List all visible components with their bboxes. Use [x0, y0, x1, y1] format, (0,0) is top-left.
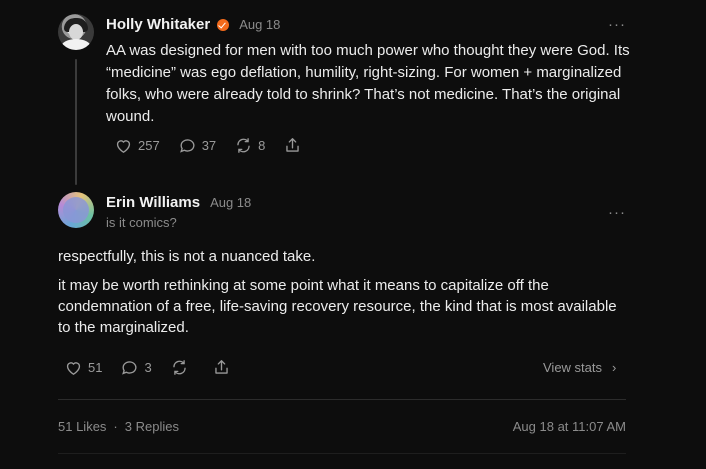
share-icon: [214, 360, 228, 374]
note-timestamp: Aug 18 at 11:07 AM: [512, 419, 626, 434]
like-button[interactable]: 257: [114, 136, 160, 155]
restack-icon: [237, 138, 250, 153]
author-name[interactable]: Holly Whitaker: [106, 16, 210, 33]
reply-header: Erin Williams Aug 18: [106, 194, 251, 211]
restack-count: 8: [258, 138, 266, 153]
avatar-body: [61, 39, 91, 50]
share-icon: [286, 138, 300, 152]
comment-count: 37: [201, 138, 217, 153]
note-body: AA was designed for men with too much po…: [106, 42, 630, 125]
note-date[interactable]: Aug 18: [239, 17, 280, 32]
author-name[interactable]: Erin Williams: [106, 194, 200, 211]
comment-icon: [122, 361, 137, 375]
comment-button[interactable]: 3: [120, 358, 152, 377]
engagement-summary: 51 Likes · 3 Replies: [58, 419, 179, 434]
view-stats-link[interactable]: View stats ›: [543, 360, 616, 375]
likes-count-link[interactable]: 51 Likes: [58, 419, 106, 434]
divider: [58, 399, 626, 400]
heart-icon: [66, 362, 81, 376]
restack-icon: [172, 360, 186, 375]
avatar-face: [69, 24, 83, 40]
more-icon[interactable]: ···: [608, 205, 626, 220]
publication-name[interactable]: is it comics?: [106, 215, 177, 230]
like-button[interactable]: 51: [64, 358, 102, 377]
reply-date[interactable]: Aug 18: [210, 195, 251, 210]
view-stats-label: View stats: [543, 360, 603, 375]
reply-actions: 51 3: [64, 358, 249, 377]
comment-icon: [179, 139, 195, 153]
restack-button[interactable]: 8: [234, 136, 265, 155]
note-actions: 257 37 8: [114, 136, 320, 155]
verified-badge-icon: [217, 18, 230, 31]
reply-paragraph: respectfully, this is not a nuanced take…: [58, 248, 316, 265]
thread-line: [75, 59, 77, 185]
replies-count-link[interactable]: 3 Replies: [125, 419, 179, 434]
chevron-right-icon: ›: [612, 360, 617, 375]
comment-button[interactable]: 37: [178, 136, 216, 155]
heart-icon: [116, 140, 131, 154]
avatar[interactable]: [58, 14, 94, 50]
like-count: 51: [88, 360, 103, 375]
reply-body: respectfully, this is not a nuanced take…: [58, 246, 618, 346]
share-button[interactable]: [283, 136, 302, 155]
note-header: Holly Whitaker Aug 18: [106, 16, 280, 33]
avatar[interactable]: [58, 192, 94, 228]
separator: ·: [113, 419, 118, 434]
like-count: 257: [138, 138, 160, 153]
restack-button[interactable]: [170, 358, 194, 377]
share-button[interactable]: [212, 358, 231, 377]
note-thread: Holly Whitaker Aug 18 ··· AA was designe…: [0, 0, 706, 469]
divider: [58, 453, 626, 454]
reply-paragraph: it may be worth rethinking at some point…: [58, 277, 617, 336]
avatar-inner: [63, 197, 89, 223]
more-icon[interactable]: ···: [608, 17, 626, 32]
comment-count: 3: [144, 360, 152, 375]
